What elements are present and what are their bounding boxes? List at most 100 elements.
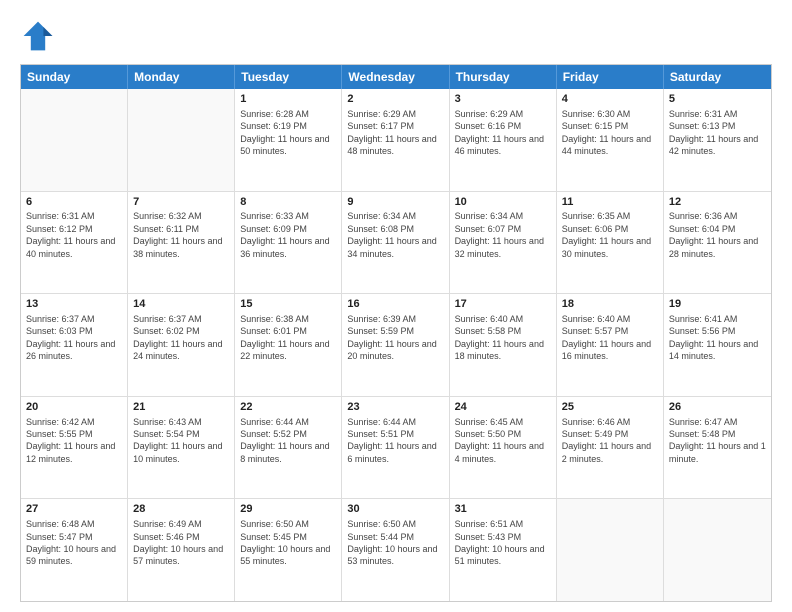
cell-info: Sunrise: 6:40 AMSunset: 5:57 PMDaylight:… xyxy=(562,314,651,361)
calendar-cell: 7Sunrise: 6:32 AMSunset: 6:11 PMDaylight… xyxy=(128,192,235,294)
calendar-row: 1 Sunrise: 6:28 AMSunset: 6:19 PMDaylight… xyxy=(21,89,771,191)
day-number: 1 xyxy=(240,92,336,107)
cell-info: Sunrise: 6:44 AMSunset: 5:52 PMDaylight:… xyxy=(240,417,329,464)
cell-info: Sunrise: 6:37 AMSunset: 6:02 PMDaylight:… xyxy=(133,314,222,361)
calendar-cell: 4 Sunrise: 6:30 AMSunset: 6:15 PMDaylight… xyxy=(557,89,664,191)
calendar-cell: 17Sunrise: 6:40 AMSunset: 5:58 PMDayligh… xyxy=(450,294,557,396)
calendar-cell: 11Sunrise: 6:35 AMSunset: 6:06 PMDayligh… xyxy=(557,192,664,294)
cell-info: Sunrise: 6:50 AMSunset: 5:45 PMDaylight:… xyxy=(240,519,330,566)
calendar-cell: 23 Sunrise: 6:44 AMSunset: 5:51 PMDayligh… xyxy=(342,397,449,499)
header-day-friday: Friday xyxy=(557,65,664,89)
calendar-cell: 1 Sunrise: 6:28 AMSunset: 6:19 PMDaylight… xyxy=(235,89,342,191)
day-number: 27 xyxy=(26,502,122,517)
cell-info: Sunrise: 6:46 AMSunset: 5:49 PMDaylight:… xyxy=(562,417,651,464)
calendar-cell: 14 Sunrise: 6:37 AMSunset: 6:02 PMDayligh… xyxy=(128,294,235,396)
header-day-thursday: Thursday xyxy=(450,65,557,89)
day-number: 7 xyxy=(133,195,229,210)
header-day-tuesday: Tuesday xyxy=(235,65,342,89)
day-number: 4 xyxy=(562,92,658,107)
day-number: 2 xyxy=(347,92,443,107)
calendar-cell: 20 Sunrise: 6:42 AMSunset: 5:55 PMDayligh… xyxy=(21,397,128,499)
calendar-cell: 10Sunrise: 6:34 AMSunset: 6:07 PMDayligh… xyxy=(450,192,557,294)
cell-info: Sunrise: 6:32 AMSunset: 6:11 PMDaylight:… xyxy=(133,211,222,258)
calendar-row: 20 Sunrise: 6:42 AMSunset: 5:55 PMDayligh… xyxy=(21,396,771,499)
day-number: 21 xyxy=(133,400,229,415)
day-number: 31 xyxy=(455,502,551,517)
day-number: 10 xyxy=(455,195,551,210)
cell-info: Sunrise: 6:47 AMSunset: 5:48 PMDaylight:… xyxy=(669,417,766,464)
cell-info: Sunrise: 6:36 AMSunset: 6:04 PMDaylight:… xyxy=(669,211,758,258)
day-number: 30 xyxy=(347,502,443,517)
day-number: 18 xyxy=(562,297,658,312)
day-number: 24 xyxy=(455,400,551,415)
cell-info: Sunrise: 6:45 AMSunset: 5:50 PMDaylight:… xyxy=(455,417,544,464)
cell-info: Sunrise: 6:38 AMSunset: 6:01 PMDaylight:… xyxy=(240,314,329,361)
calendar-cell: 19Sunrise: 6:41 AMSunset: 5:56 PMDayligh… xyxy=(664,294,771,396)
day-number: 15 xyxy=(240,297,336,312)
header-day-sunday: Sunday xyxy=(21,65,128,89)
calendar-cell: 5 Sunrise: 6:31 AMSunset: 6:13 PMDaylight… xyxy=(664,89,771,191)
calendar-cell: 13 Sunrise: 6:37 AMSunset: 6:03 PMDayligh… xyxy=(21,294,128,396)
day-number: 14 xyxy=(133,297,229,312)
calendar-body: 1 Sunrise: 6:28 AMSunset: 6:19 PMDaylight… xyxy=(21,89,771,601)
calendar-cell: 31 Sunrise: 6:51 AMSunset: 5:43 PMDayligh… xyxy=(450,499,557,601)
day-number: 13 xyxy=(26,297,122,312)
cell-info: Sunrise: 6:30 AMSunset: 6:15 PMDaylight:… xyxy=(562,109,651,156)
calendar-cell: 12Sunrise: 6:36 AMSunset: 6:04 PMDayligh… xyxy=(664,192,771,294)
cell-info: Sunrise: 6:49 AMSunset: 5:46 PMDaylight:… xyxy=(133,519,223,566)
cell-info: Sunrise: 6:42 AMSunset: 5:55 PMDaylight:… xyxy=(26,417,115,464)
calendar-cell xyxy=(128,89,235,191)
cell-info: Sunrise: 6:29 AMSunset: 6:17 PMDaylight:… xyxy=(347,109,436,156)
calendar-cell xyxy=(664,499,771,601)
day-number: 26 xyxy=(669,400,766,415)
cell-info: Sunrise: 6:28 AMSunset: 6:19 PMDaylight:… xyxy=(240,109,329,156)
calendar-cell: 18 Sunrise: 6:40 AMSunset: 5:57 PMDayligh… xyxy=(557,294,664,396)
calendar-cell: 29 Sunrise: 6:50 AMSunset: 5:45 PMDayligh… xyxy=(235,499,342,601)
calendar-cell: 3 Sunrise: 6:29 AMSunset: 6:16 PMDaylight… xyxy=(450,89,557,191)
cell-info: Sunrise: 6:34 AMSunset: 6:07 PMDaylight:… xyxy=(455,211,544,258)
header xyxy=(20,18,772,54)
calendar-page: SundayMondayTuesdayWednesdayThursdayFrid… xyxy=(0,0,792,612)
day-number: 12 xyxy=(669,195,766,210)
calendar-cell: 8Sunrise: 6:33 AMSunset: 6:09 PMDaylight… xyxy=(235,192,342,294)
day-number: 28 xyxy=(133,502,229,517)
cell-info: Sunrise: 6:34 AMSunset: 6:08 PMDaylight:… xyxy=(347,211,436,258)
logo xyxy=(20,18,60,54)
day-number: 5 xyxy=(669,92,766,107)
calendar: SundayMondayTuesdayWednesdayThursdayFrid… xyxy=(20,64,772,602)
day-number: 6 xyxy=(26,195,122,210)
header-day-wednesday: Wednesday xyxy=(342,65,449,89)
day-number: 8 xyxy=(240,195,336,210)
day-number: 9 xyxy=(347,195,443,210)
calendar-cell: 6Sunrise: 6:31 AMSunset: 6:12 PMDaylight… xyxy=(21,192,128,294)
header-day-saturday: Saturday xyxy=(664,65,771,89)
calendar-cell: 24 Sunrise: 6:45 AMSunset: 5:50 PMDayligh… xyxy=(450,397,557,499)
day-number: 20 xyxy=(26,400,122,415)
calendar-cell: 9Sunrise: 6:34 AMSunset: 6:08 PMDaylight… xyxy=(342,192,449,294)
calendar-cell: 28 Sunrise: 6:49 AMSunset: 5:46 PMDayligh… xyxy=(128,499,235,601)
calendar-cell: 30Sunrise: 6:50 AMSunset: 5:44 PMDayligh… xyxy=(342,499,449,601)
cell-info: Sunrise: 6:51 AMSunset: 5:43 PMDaylight:… xyxy=(455,519,545,566)
day-number: 3 xyxy=(455,92,551,107)
logo-icon xyxy=(20,18,56,54)
day-number: 23 xyxy=(347,400,443,415)
calendar-cell: 22Sunrise: 6:44 AMSunset: 5:52 PMDayligh… xyxy=(235,397,342,499)
cell-info: Sunrise: 6:37 AMSunset: 6:03 PMDaylight:… xyxy=(26,314,115,361)
cell-info: Sunrise: 6:29 AMSunset: 6:16 PMDaylight:… xyxy=(455,109,544,156)
cell-info: Sunrise: 6:35 AMSunset: 6:06 PMDaylight:… xyxy=(562,211,651,258)
header-day-monday: Monday xyxy=(128,65,235,89)
calendar-cell xyxy=(557,499,664,601)
day-number: 16 xyxy=(347,297,443,312)
calendar-cell: 21Sunrise: 6:43 AMSunset: 5:54 PMDayligh… xyxy=(128,397,235,499)
cell-info: Sunrise: 6:31 AMSunset: 6:13 PMDaylight:… xyxy=(669,109,758,156)
cell-info: Sunrise: 6:48 AMSunset: 5:47 PMDaylight:… xyxy=(26,519,116,566)
calendar-cell: 25Sunrise: 6:46 AMSunset: 5:49 PMDayligh… xyxy=(557,397,664,499)
calendar-row: 13 Sunrise: 6:37 AMSunset: 6:03 PMDayligh… xyxy=(21,293,771,396)
day-number: 19 xyxy=(669,297,766,312)
day-number: 29 xyxy=(240,502,336,517)
cell-info: Sunrise: 6:31 AMSunset: 6:12 PMDaylight:… xyxy=(26,211,115,258)
day-number: 11 xyxy=(562,195,658,210)
cell-info: Sunrise: 6:33 AMSunset: 6:09 PMDaylight:… xyxy=(240,211,329,258)
calendar-cell: 15 Sunrise: 6:38 AMSunset: 6:01 PMDayligh… xyxy=(235,294,342,396)
cell-info: Sunrise: 6:44 AMSunset: 5:51 PMDaylight:… xyxy=(347,417,436,464)
